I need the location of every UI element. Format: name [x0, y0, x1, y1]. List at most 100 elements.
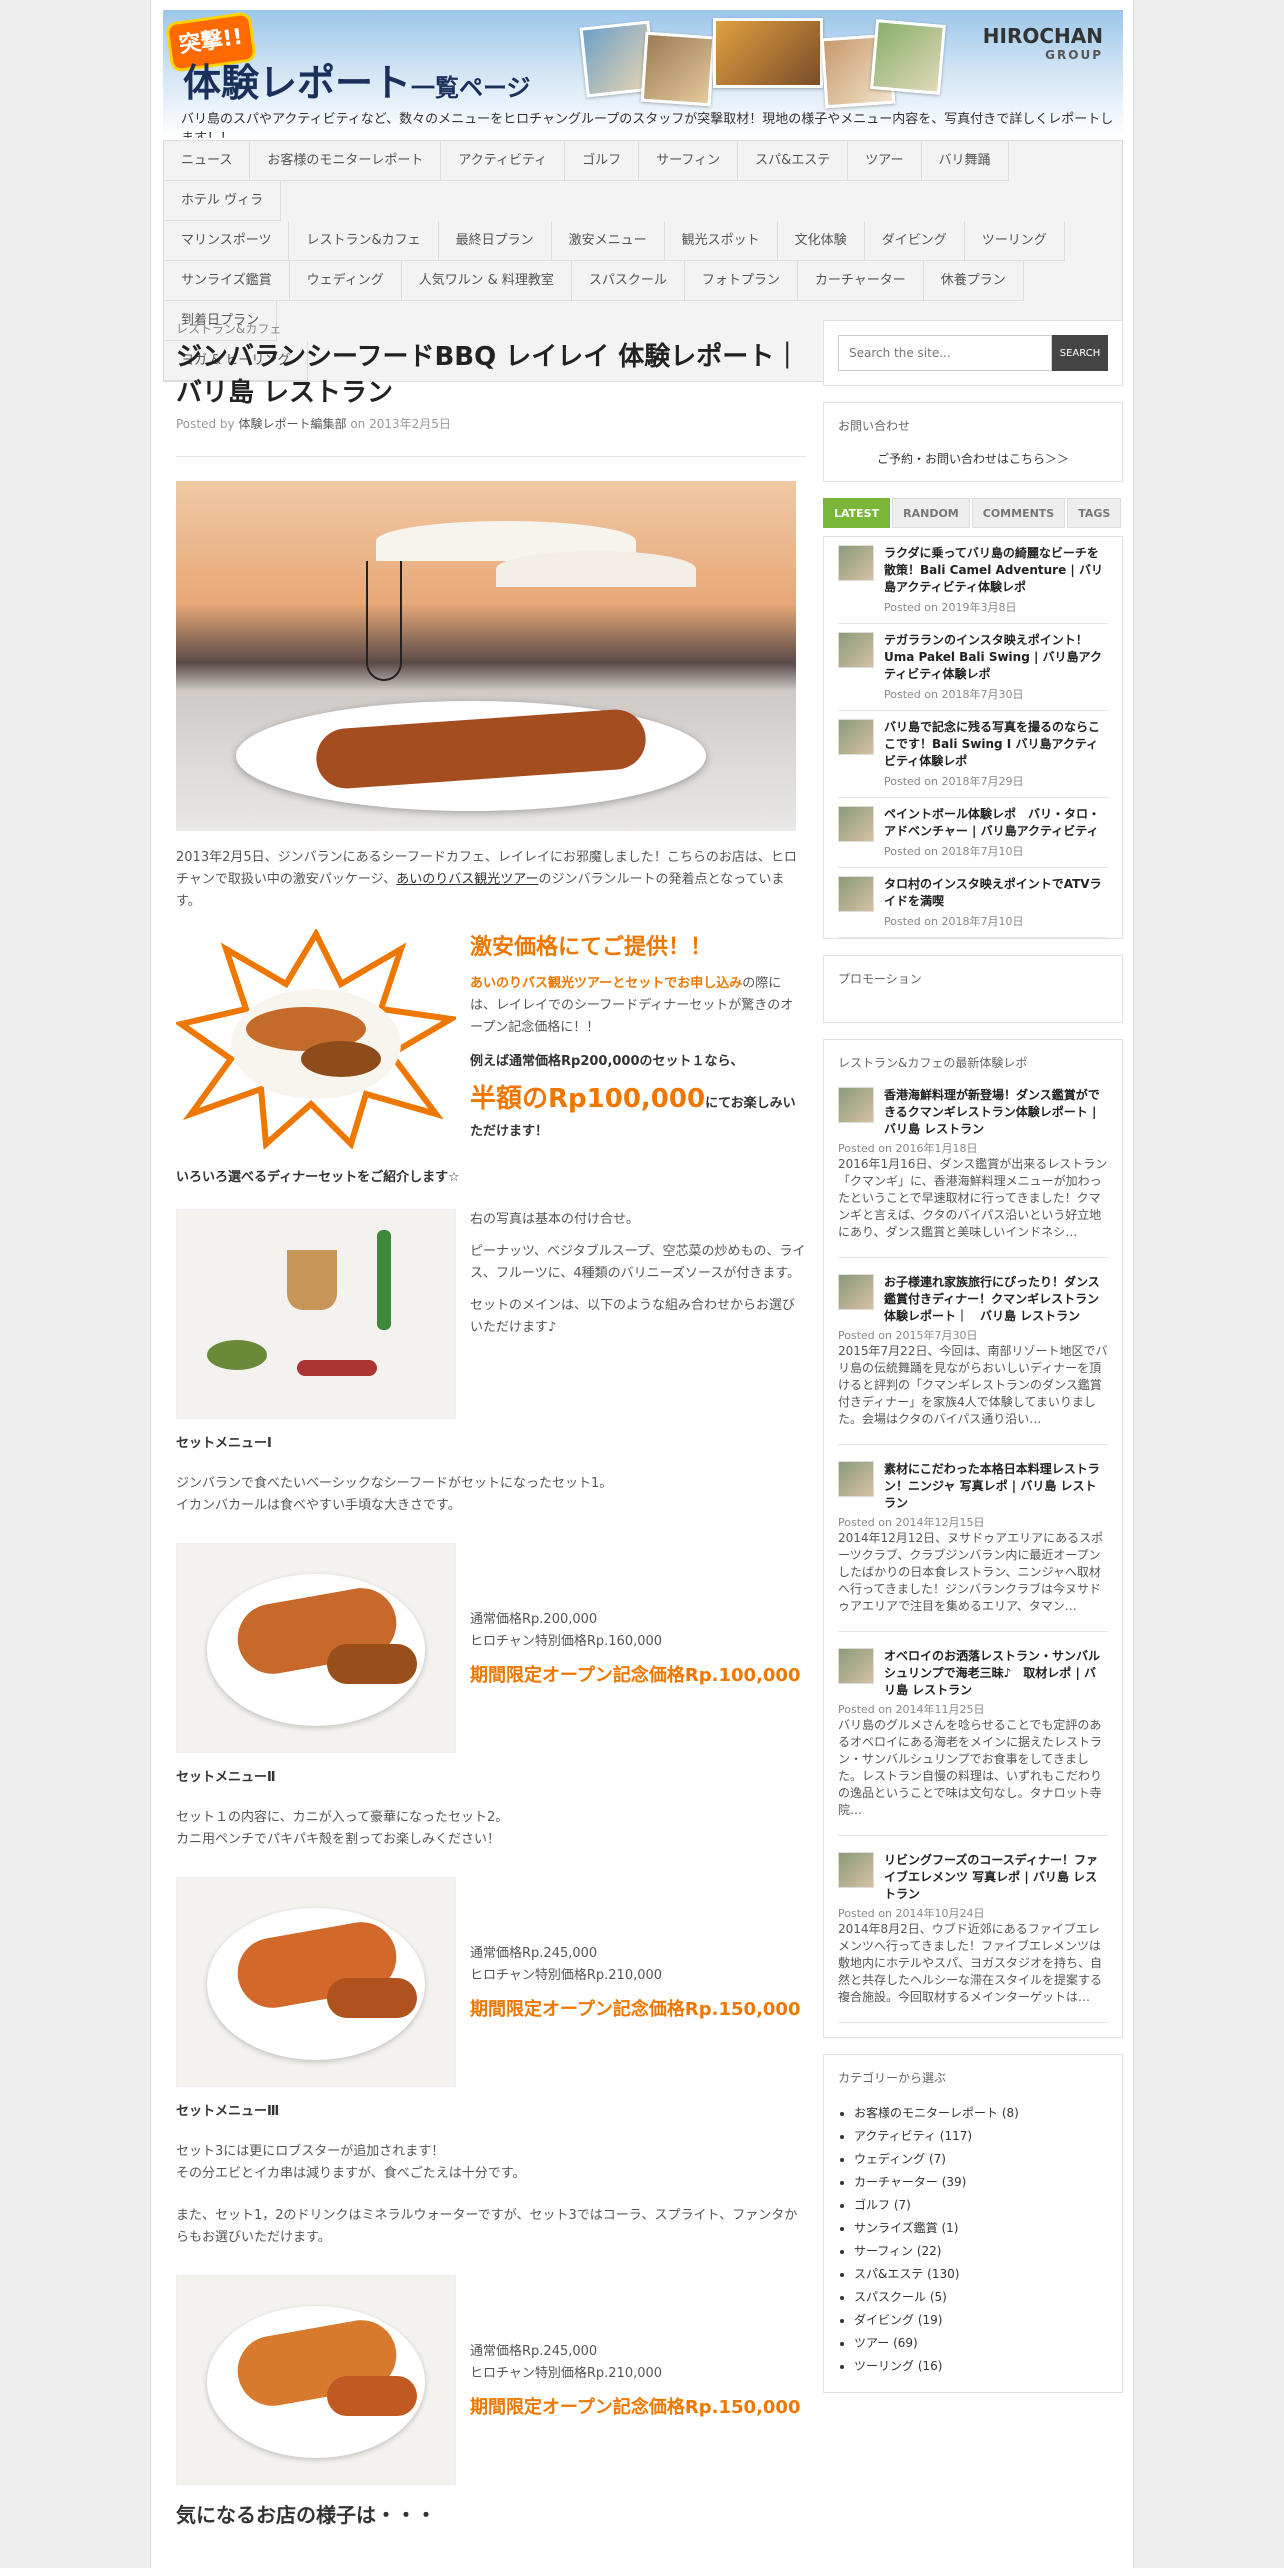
latest-post-item[interactable]: ペイントボール体験レポ バリ・タロ・アドベンチャー | バリ島アクティビティ Po… — [838, 798, 1108, 868]
search-input[interactable] — [838, 335, 1052, 371]
category-link[interactable]: ゴルフ (7) — [854, 2194, 1108, 2217]
post-excerpt: 2014年12月12日、ヌサドゥアエリアにあるスポーツクラブ、クラブジンバラン内… — [838, 1531, 1104, 1613]
header-description: バリ島のスパやアクティビティなど、数々のメニューをヒロチャングループのスタッフが… — [181, 112, 1114, 138]
set3-special-price: ヒロチャン特別価格Rp.210,000 — [470, 2366, 663, 2381]
latest-post-item[interactable]: テガラランのインスタ映えポイント！Uma Pakel Bali Swing | … — [838, 624, 1108, 711]
table-text-1: 右の写真は基本の付け合せ。 — [470, 1212, 640, 1227]
recent-post-item: お子様連れ家族旅行にぴったり！ダンス鑑賞付きディナー！クマンギレストラン 体験レ… — [838, 1258, 1108, 1445]
promotion-title: プロモーション — [838, 972, 922, 986]
category-link[interactable]: ツーリング (16) — [854, 2355, 1108, 2378]
nav-item[interactable]: ツアー — [848, 141, 922, 181]
tab-random[interactable]: RANDOM — [892, 498, 970, 528]
nav-item[interactable]: フォトプラン — [684, 261, 798, 301]
promo-heading: 激安価格にてご提供！！ — [470, 935, 713, 960]
group-logo[interactable]: HIROCHAN GROUP — [983, 24, 1103, 62]
post-title[interactable]: ペイントボール体験レポ バリ・タロ・アドベンチャー | バリ島アクティビティ — [884, 806, 1108, 840]
search-button[interactable]: SEARCH — [1052, 335, 1108, 371]
post-title[interactable]: テガラランのインスタ映えポイント！Uma Pakel Bali Swing | … — [884, 632, 1108, 683]
recent-title: レストラン&カフェの最新体験レポ — [838, 1056, 1028, 1070]
nav-item[interactable]: ホテル ヴィラ — [164, 181, 282, 221]
nav-item[interactable]: ゴルフ — [565, 141, 640, 181]
nav-item[interactable]: カーチャーター — [797, 261, 924, 301]
latest-post-item[interactable]: ラクダに乗ってバリ島の綺麗なビーチを散策！Bali Camel Adventur… — [838, 537, 1108, 624]
nav-item[interactable]: サーフィン — [639, 141, 739, 181]
sets-intro: いろいろ選べるディナーセットをご紹介します☆ — [176, 1170, 460, 1185]
post-thumbnail[interactable] — [838, 1274, 874, 1310]
post-thumbnail[interactable] — [838, 545, 874, 581]
set2-title: セットメニューⅡ — [176, 1770, 276, 1785]
category-link[interactable]: お客様のモニターレポート (8) — [854, 2102, 1108, 2125]
post-thumbnail[interactable] — [838, 1852, 874, 1888]
post-title[interactable]: 香港海鮮料理が新登場！ダンス鑑賞ができるクマンギレストラン体験レポート | バリ… — [884, 1087, 1108, 1138]
category-link[interactable]: カーチャーター (39) — [854, 2171, 1108, 2194]
nav-item[interactable]: 文化体験 — [777, 221, 865, 261]
latest-post-item[interactable]: バリ島で記念に残る写真を撮るのならここです！Bali Swing I バリ島アク… — [838, 711, 1108, 798]
post-thumbnail[interactable] — [838, 632, 874, 668]
category-link[interactable]: サーフィン (22) — [854, 2240, 1108, 2263]
category-link[interactable]: ツアー (69) — [854, 2332, 1108, 2355]
category-link[interactable]: アクティビティ (117) — [854, 2125, 1108, 2148]
category-link[interactable]: サンライズ鑑賞 (1) — [854, 2217, 1108, 2240]
post-date: Posted on 2014年11月25日 — [838, 1703, 985, 1716]
post-title[interactable]: バリ島で記念に残る写真を撮るのならここです！Bali Swing I バリ島アク… — [884, 719, 1108, 770]
nav-item[interactable]: マリンスポーツ — [164, 221, 290, 261]
nav-item[interactable]: ツーリング — [964, 221, 1065, 261]
nav-item[interactable]: ニュース — [164, 141, 251, 181]
latest-post-item[interactable]: タロ村のインスタ映えポイントでATVライドを満喫 Posted on 2018年7… — [838, 868, 1108, 938]
category-link[interactable]: ダイビング (19) — [854, 2309, 1108, 2332]
post-thumbnail[interactable] — [838, 1087, 874, 1123]
nav-item[interactable]: バリ舞踊 — [921, 141, 1009, 181]
tab-latest[interactable]: LATEST — [823, 498, 891, 528]
category-link[interactable]: ウェディング (7) — [854, 2148, 1108, 2171]
post-title[interactable]: お子様連れ家族旅行にぴったり！ダンス鑑賞付きディナー！クマンギレストラン 体験レ… — [884, 1274, 1108, 1325]
table-setting-block: 右の写真は基本の付け合せ。 ピーナッツ、ベジタブルスープ、空芯菜の炒めもの、ライ… — [176, 1209, 806, 1419]
article-category[interactable]: レストラン&カフェ — [176, 320, 806, 337]
contact-link[interactable]: ご予約・お問い合わせはこちら＞＞ — [838, 450, 1108, 467]
nav-item[interactable]: 最終日プラン — [438, 221, 552, 261]
sidebar: SEARCH お問い合わせ ご予約・お問い合わせはこちら＞＞ LATESTRAN… — [823, 320, 1123, 2409]
recent-post-item: 素材にこだわった本格日本料理レストラン！ニンジャ 写真レポ | バリ島 レストラ… — [838, 1445, 1108, 1632]
nav-item[interactable]: 人気ワルン & 料理教室 — [401, 261, 572, 301]
nav-item[interactable]: ダイビング — [864, 221, 965, 261]
category-link[interactable]: スパ&エステ (130) — [854, 2263, 1108, 2286]
nav-item[interactable]: スパ&エステ — [738, 141, 849, 181]
post-title[interactable]: オベロイのお洒落レストラン・サンバルシュリンプで海老三昧♪ 取材レポ | バリ島… — [884, 1648, 1108, 1699]
search-widget: SEARCH — [823, 320, 1123, 386]
nav-item[interactable]: レストラン&カフェ — [289, 221, 439, 261]
author-link[interactable]: 体験レポート編集部 — [238, 417, 346, 431]
post-title[interactable]: タロ村のインスタ映えポイントでATVライドを満喫 — [884, 876, 1108, 910]
tab-comments[interactable]: COMMENTS — [971, 498, 1066, 528]
promo-text: あいのりバス観光ツアーとセットでお申し込みの際には、レイレイでのシーフードディナ… — [470, 976, 794, 1035]
promo-example: 例えば通常価格Rp200,000のセット１なら、 — [470, 1054, 744, 1069]
closing-heading: 気になるお店の様子は・・・ — [176, 2503, 436, 2527]
nav-item[interactable]: スパスクール — [571, 261, 685, 301]
recent-post-item: リビングフーズのコースディナー！ファイブエレメンツ 写真レポ | バリ島 レスト… — [838, 1836, 1108, 2023]
nav-item[interactable]: 観光スポット — [664, 221, 778, 261]
recent-restaurant-widget: レストラン&カフェの最新体験レポ 香港海鮮料理が新登場！ダンス鑑賞ができるクマン… — [823, 1039, 1123, 2038]
nav-item[interactable]: アクティビティ — [441, 141, 566, 181]
nav-item[interactable]: 休養プラン — [923, 261, 1024, 301]
nav-item[interactable]: お客様のモニターレポート — [250, 141, 442, 181]
table-text-2: ピーナッツ、ベジタブルスープ、空芯菜の炒めもの、ライス、フルーツに、4種類のバリ… — [470, 1244, 806, 1281]
header-title[interactable]: 体験レポート一覧ページ — [183, 52, 531, 107]
post-date: Posted on 2016年1月18日 — [838, 1142, 978, 1155]
tab-tags[interactable]: TAGS — [1067, 498, 1122, 528]
recent-post-item: 香港海鮮料理が新登場！ダンス鑑賞ができるクマンギレストラン体験レポート | バリ… — [838, 1071, 1108, 1258]
recent-post-item: オベロイのお洒落レストラン・サンバルシュリンプで海老三昧♪ 取材レポ | バリ島… — [838, 1632, 1108, 1836]
nav-item[interactable]: ウェディング — [289, 261, 402, 301]
post-thumbnail[interactable] — [838, 876, 874, 912]
nav-item[interactable]: サンライズ鑑賞 — [164, 261, 290, 301]
post-thumbnail[interactable] — [838, 806, 874, 842]
set1-text-2: イカンバカールは食べやすい手頃な大きさです。 — [176, 1498, 461, 1513]
post-title[interactable]: リビングフーズのコースディナー！ファイブエレメンツ 写真レポ | バリ島 レスト… — [884, 1852, 1108, 1903]
post-title[interactable]: ラクダに乗ってバリ島の綺麗なビーチを散策！Bali Camel Adventur… — [884, 545, 1108, 596]
tabs-widget: LATEST RANDOM COMMENTS TAGS ラクダに乗ってバリ島の綺麗なビ… — [823, 498, 1123, 939]
category-link[interactable]: スパスクール (5) — [854, 2286, 1108, 2309]
post-title[interactable]: 素材にこだわった本格日本料理レストラン！ニンジャ 写真レポ | バリ島 レストラ… — [884, 1461, 1108, 1512]
post-thumbnail[interactable] — [838, 1648, 874, 1684]
post-thumbnail[interactable] — [838, 719, 874, 755]
bus-tour-link[interactable]: あいのりバス観光ツアー — [396, 872, 538, 887]
post-thumbnail[interactable] — [838, 1461, 874, 1497]
nav-item[interactable]: 激安メニュー — [551, 221, 665, 261]
post-date: Posted on 2018年7月10日 — [884, 845, 1024, 858]
